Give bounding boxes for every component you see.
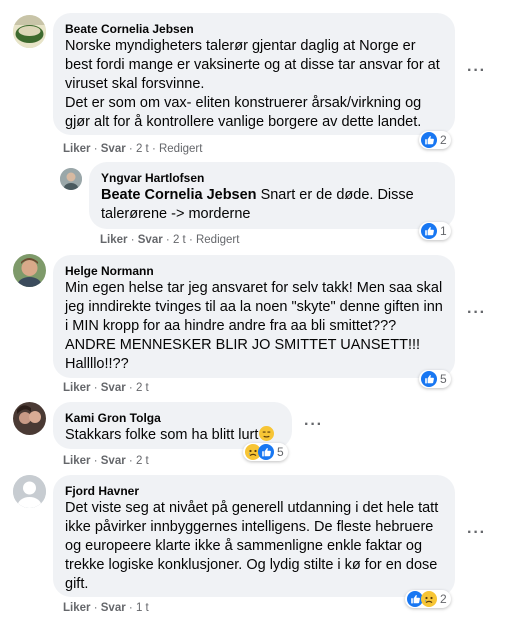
more-options-icon[interactable]: ··· (467, 525, 486, 541)
reply-link[interactable]: Svar (101, 455, 126, 467)
more-options-icon[interactable]: ··· (467, 305, 486, 321)
comment-bubble: Beate Cornelia Jebsen Norske myndigheter… (53, 13, 455, 135)
smirk-emoji-icon (259, 426, 275, 441)
reaction-count: 1 (440, 224, 447, 238)
timestamp[interactable]: 2 t (173, 234, 186, 246)
timestamp[interactable]: 2 t (136, 382, 149, 394)
timestamp[interactable]: 2 t (136, 455, 149, 467)
reply-link[interactable]: Svar (101, 143, 126, 155)
reaction-summary[interactable]: 5 (243, 443, 288, 461)
comment-bubble: Yngvar Hartlofsen Beate Cornelia Jebsen … (89, 162, 455, 229)
reaction-count: 2 (440, 133, 447, 147)
avatar[interactable] (13, 15, 46, 48)
separator: · (93, 455, 98, 467)
separator: · (165, 234, 170, 246)
separator: · (188, 234, 193, 246)
like-link[interactable]: Liker (63, 455, 91, 467)
avatar-image (13, 402, 46, 435)
reply-link[interactable]: Svar (101, 602, 126, 614)
sad-icon (421, 591, 437, 607)
reply-link[interactable]: Svar (101, 382, 126, 394)
like-link[interactable]: Liker (63, 382, 91, 394)
avatar-image (13, 254, 46, 287)
comment-author[interactable]: Fjord Havner (65, 483, 443, 499)
reaction-count: 2 (440, 592, 447, 606)
separator: · (93, 602, 98, 614)
avatar[interactable] (13, 475, 46, 508)
comment-author[interactable]: Helge Normann (65, 263, 443, 279)
reaction-count: 5 (440, 372, 447, 386)
reply-link[interactable]: Svar (138, 234, 163, 246)
avatar[interactable] (13, 402, 46, 435)
comment-text: Stakkars folke som ha blitt lurt (65, 426, 280, 445)
comment-text: Beate Cornelia Jebsen Snart er de døde. … (101, 186, 443, 224)
avatar[interactable] (13, 254, 46, 287)
comment-actions: Liker · Svar · 2 t · Redigert (100, 233, 239, 247)
default-avatar-icon (13, 475, 46, 508)
comment-author[interactable]: Yngvar Hartlofsen (101, 170, 443, 186)
comment-actions: Liker · Svar · 2 t (63, 381, 149, 395)
separator: · (93, 143, 98, 155)
like-link[interactable]: Liker (100, 234, 128, 246)
comment-actions: Liker · Svar · 2 t · Redigert (63, 142, 202, 156)
like-icon (421, 371, 437, 387)
separator: · (128, 602, 133, 614)
mention-link[interactable]: Beate Cornelia Jebsen (101, 187, 257, 203)
separator: · (128, 455, 133, 467)
comment-actions: Liker · Svar · 2 t (63, 454, 149, 468)
separator: · (128, 382, 133, 394)
avatar-image (60, 168, 82, 190)
comment-bubble: Helge Normann Min egen helse tar jeg ans… (53, 255, 455, 378)
edited-label: Redigert (158, 143, 203, 155)
timestamp[interactable]: 1 t (136, 602, 149, 614)
reaction-summary[interactable]: 5 (419, 370, 451, 388)
reaction-count: 5 (277, 445, 284, 459)
comment-text: Det viste seg at nivået på generell utda… (65, 500, 439, 592)
like-link[interactable]: Liker (63, 143, 91, 155)
reaction-summary[interactable]: 2 (405, 590, 451, 608)
comment-text: Norske myndigheters talerør gjentar dagl… (65, 38, 440, 130)
avatar[interactable] (60, 168, 82, 190)
timestamp[interactable]: 2 t (136, 143, 149, 155)
separator: · (128, 143, 133, 155)
comment-actions: Liker · Svar · 1 t (63, 601, 149, 615)
separator: · (130, 234, 135, 246)
comment-text-body: Stakkars folke som ha blitt lurt (65, 427, 259, 443)
reaction-summary[interactable]: 1 (419, 222, 451, 240)
like-icon (421, 223, 437, 239)
like-link[interactable]: Liker (63, 602, 91, 614)
comment-bubble: Kami Gron Tolga Stakkars folke som ha bl… (53, 402, 292, 449)
like-icon (258, 444, 274, 460)
avatar-image (13, 15, 46, 48)
more-options-icon[interactable]: ··· (467, 63, 486, 79)
comment-author[interactable]: Kami Gron Tolga (65, 410, 280, 426)
comment-author[interactable]: Beate Cornelia Jebsen (65, 21, 443, 37)
reaction-summary[interactable]: 2 (419, 131, 451, 149)
like-icon (421, 132, 437, 148)
comment-text: Min egen helse tar jeg ansvaret for selv… (65, 280, 443, 372)
separator: · (93, 382, 98, 394)
comment-bubble: Fjord Havner Det viste seg at nivået på … (53, 475, 455, 597)
edited-label: Redigert (195, 234, 240, 246)
more-options-icon[interactable]: ··· (304, 417, 323, 433)
separator: · (151, 143, 156, 155)
